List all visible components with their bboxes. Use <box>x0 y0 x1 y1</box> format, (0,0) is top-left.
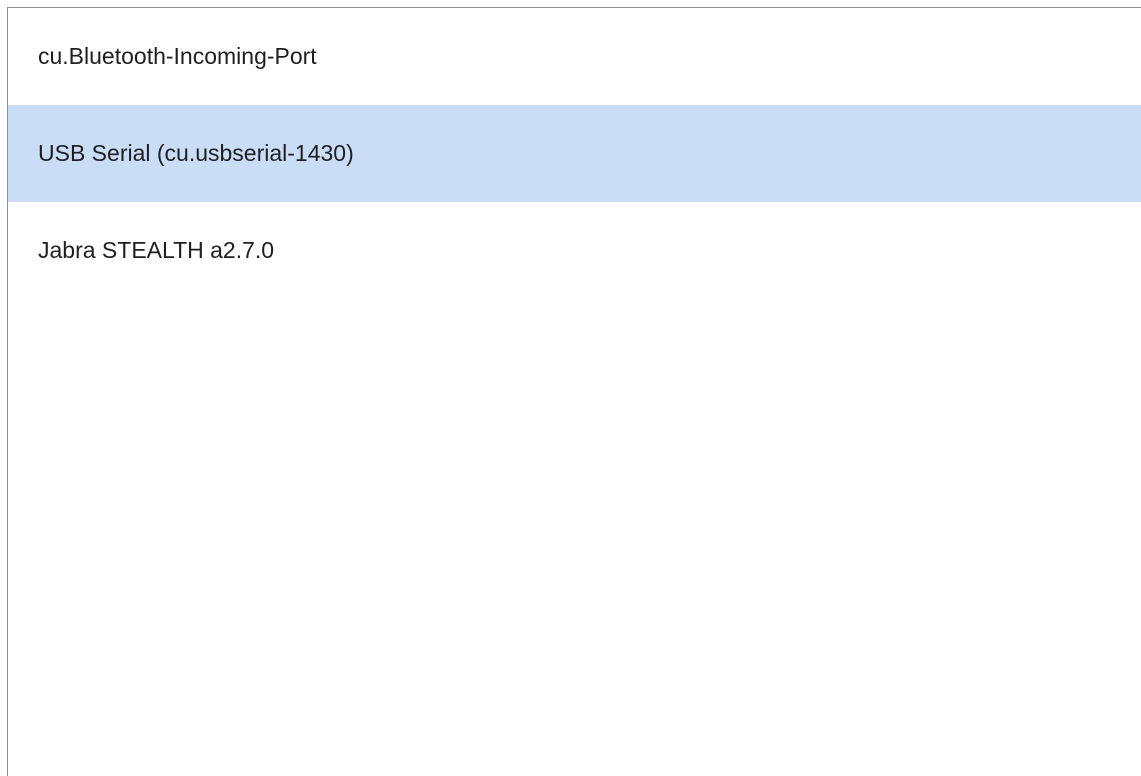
list-item-label: Jabra STEALTH a2.7.0 <box>38 237 275 263</box>
list-item-label: USB Serial (cu.usbserial-1430) <box>38 140 354 166</box>
list-item-usb-serial[interactable]: USB Serial (cu.usbserial-1430) <box>8 105 1141 202</box>
list-item-label: cu.Bluetooth-Incoming-Port <box>38 43 317 69</box>
list-item-jabra-stealth[interactable]: Jabra STEALTH a2.7.0 <box>8 202 1141 299</box>
list-item-bluetooth-incoming-port[interactable]: cu.Bluetooth-Incoming-Port <box>8 8 1141 105</box>
serial-port-list[interactable]: cu.Bluetooth-Incoming-Port USB Serial (c… <box>7 7 1141 776</box>
